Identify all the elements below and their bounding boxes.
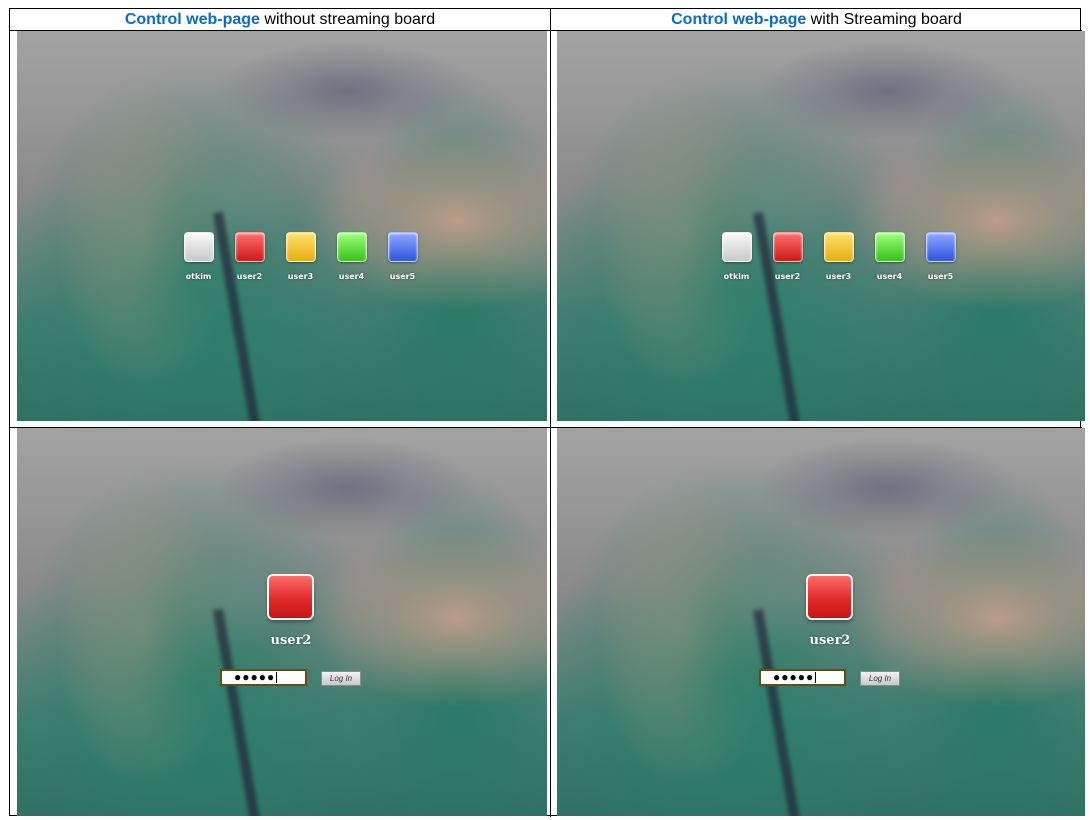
user-list: otkim user2 user3 user4 user5 <box>711 232 966 281</box>
password-mask: ●●●●● <box>773 670 815 684</box>
user-color-tile <box>721 232 752 262</box>
column-divider <box>550 9 551 817</box>
header-right-highlight: Control web-page <box>671 11 807 28</box>
user-name: user4 <box>338 272 365 281</box>
user-name: user3 <box>287 272 314 281</box>
login-button[interactable]: Log In <box>860 671 900 686</box>
user-select-screen-without-streaming: otkim user2 user3 user4 user5 <box>17 31 547 421</box>
password-input[interactable]: ●●●●● <box>220 669 307 686</box>
user-color-tile <box>336 232 367 262</box>
user-tile-otkim[interactable]: otkim <box>711 232 762 281</box>
user-name: user3 <box>825 272 852 281</box>
header-right: Control web-page with Streaming board <box>551 9 1082 30</box>
user-color-tile <box>285 232 316 262</box>
user-name: user2 <box>774 272 801 281</box>
user-tile-user2[interactable]: user2 <box>762 232 813 281</box>
text-cursor <box>815 672 817 684</box>
user-name: user2 <box>236 272 263 281</box>
password-input[interactable]: ●●●●● <box>759 669 846 686</box>
user-tile-user5[interactable]: user5 <box>377 232 428 281</box>
user-name: user5 <box>927 272 954 281</box>
password-mask: ●●●●● <box>234 670 276 684</box>
user-color-tile <box>925 232 956 262</box>
login-screen-without-streaming: user2 ●●●●● Log In <box>17 428 547 816</box>
header-left-highlight: Control web-page <box>124 11 260 28</box>
user-tile-user4[interactable]: user4 <box>326 232 377 281</box>
user-tile-user3[interactable]: user3 <box>275 232 326 281</box>
user-select-screen-with-streaming: otkim user2 user3 user4 user5 <box>557 31 1085 421</box>
user-tile-otkim[interactable]: otkim <box>173 232 224 281</box>
user-name: otkim <box>723 272 750 281</box>
user-tile-user2[interactable]: user2 <box>224 232 275 281</box>
login-form: user2 ●●●●● Log In <box>17 428 547 816</box>
header-left: Control web-page without streaming board <box>10 9 550 30</box>
user-color-tile <box>234 232 265 262</box>
user-color-tile <box>874 232 905 262</box>
selected-user-name: user2 <box>270 633 312 648</box>
user-name: otkim <box>185 272 212 281</box>
text-cursor <box>276 672 278 684</box>
user-color-tile <box>387 232 418 262</box>
header-left-text: without streaming board <box>259 11 436 28</box>
user-name: user4 <box>876 272 903 281</box>
header-right-text: with Streaming board <box>806 11 962 28</box>
user-color-tile <box>772 232 803 262</box>
user-color-tile <box>823 232 854 262</box>
user-tile-user4[interactable]: user4 <box>864 232 915 281</box>
login-form: user2 ●●●●● Log In <box>557 428 1085 816</box>
selected-user-avatar <box>267 574 314 620</box>
login-button[interactable]: Log In <box>321 671 361 686</box>
user-list: otkim user2 user3 user4 user5 <box>173 232 428 281</box>
user-tile-user3[interactable]: user3 <box>813 232 864 281</box>
login-screen-with-streaming: user2 ●●●●● Log In <box>557 428 1085 816</box>
user-color-tile <box>183 232 214 262</box>
user-name: user5 <box>389 272 416 281</box>
selected-user-name: user2 <box>809 633 851 648</box>
selected-user-avatar <box>806 574 853 620</box>
user-tile-user5[interactable]: user5 <box>915 232 966 281</box>
